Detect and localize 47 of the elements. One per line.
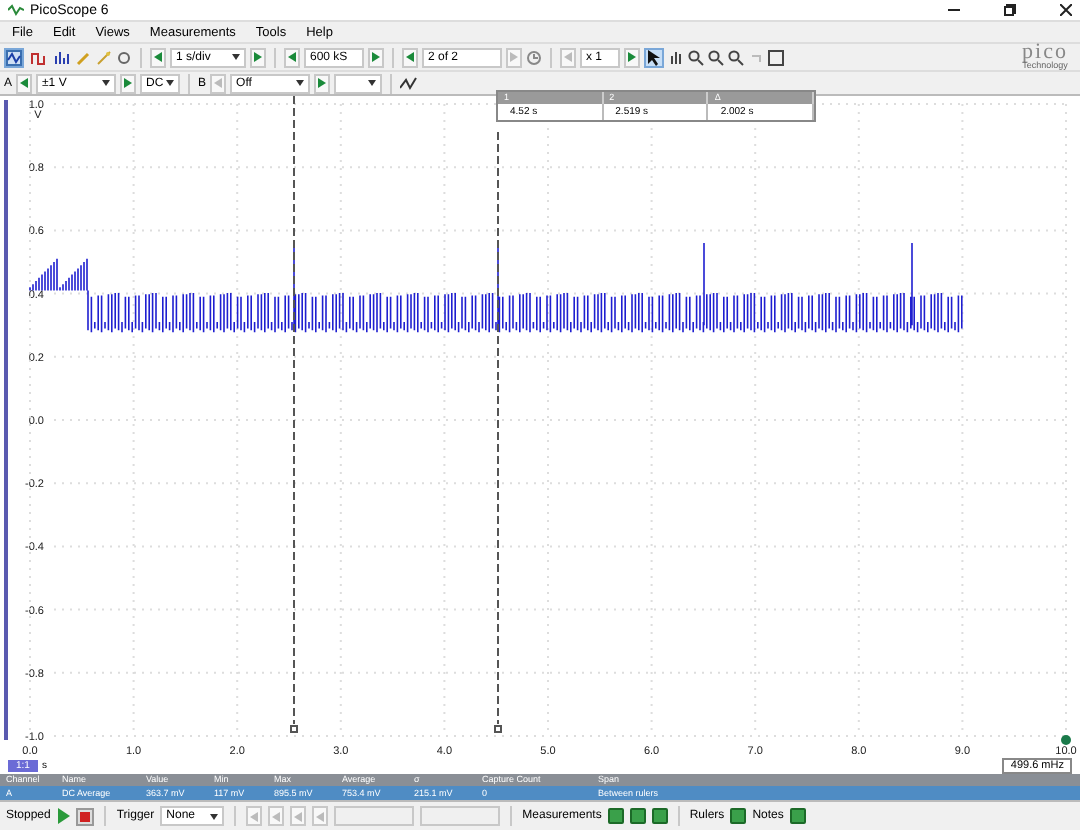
notes-button[interactable] <box>789 808 806 824</box>
ruler-line[interactable] <box>494 131 502 733</box>
caret-icon <box>210 813 219 819</box>
zoom-icon[interactable] <box>728 49 744 65</box>
add-measurement-button[interactable] <box>607 808 624 824</box>
edit-measurement-button[interactable] <box>629 808 646 824</box>
previous-button[interactable] <box>16 73 33 93</box>
next-button[interactable] <box>250 47 266 67</box>
trigger-position-field[interactable] <box>420 806 501 826</box>
spectrum-icon <box>54 49 70 65</box>
delete-measurement-button[interactable] <box>651 808 668 824</box>
ruler-line[interactable] <box>290 96 298 733</box>
caret-icon <box>368 80 377 86</box>
view-mode-button[interactable] <box>52 47 72 67</box>
logo-text: pico <box>1022 44 1068 60</box>
caret-icon <box>102 80 111 86</box>
coupling-dropdown[interactable] <box>334 73 383 93</box>
view-mode-button[interactable] <box>28 47 48 67</box>
persistence-icon <box>30 49 46 65</box>
next-button[interactable] <box>624 47 640 67</box>
ruler-handle-icon[interactable] <box>1061 735 1071 745</box>
pointer-button[interactable] <box>644 47 664 67</box>
previous-button[interactable] <box>284 47 300 67</box>
caret-icon <box>166 80 175 86</box>
view-mode-button[interactable] <box>4 47 24 67</box>
history-icon[interactable] <box>526 49 542 65</box>
previous-button[interactable] <box>150 47 166 67</box>
caret-icon <box>296 80 305 86</box>
stop-icon[interactable] <box>76 807 95 825</box>
math-channel-icon[interactable] <box>400 75 419 91</box>
caret-icon <box>232 54 240 60</box>
minimize-icon[interactable] <box>948 4 960 16</box>
rulers-button[interactable] <box>730 808 747 824</box>
previous-button[interactable] <box>402 47 418 67</box>
play-icon[interactable] <box>56 808 71 824</box>
restore-icon[interactable] <box>1004 4 1016 16</box>
zoom-fit-icon[interactable] <box>768 49 784 65</box>
zoom-icon[interactable] <box>688 49 704 65</box>
next-button[interactable] <box>120 73 137 93</box>
next-button[interactable] <box>314 73 331 93</box>
pointer-icon <box>648 49 660 65</box>
trigger-level-field[interactable] <box>334 806 415 826</box>
close-icon[interactable] <box>1060 4 1072 16</box>
next-button[interactable] <box>368 47 384 67</box>
app-icon <box>8 4 24 16</box>
scope-view-icon <box>6 49 22 65</box>
zoom-icon[interactable] <box>708 49 724 65</box>
